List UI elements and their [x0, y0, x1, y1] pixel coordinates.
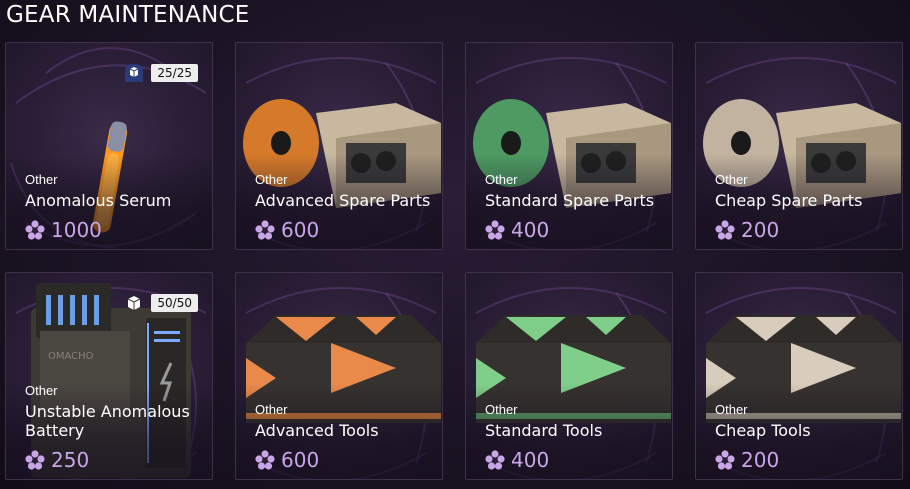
item-category: Other — [715, 402, 748, 417]
currency-icon — [715, 450, 735, 470]
stock-indicator: 25/25 — [123, 63, 198, 83]
item-category: Other — [255, 402, 288, 417]
section-title: GEAR MAINTENANCE — [6, 2, 250, 28]
item-price: 1000 — [25, 218, 102, 242]
currency-icon — [25, 220, 45, 240]
price-value: 200 — [741, 218, 780, 242]
item-category: Other — [25, 383, 58, 398]
item-category: Other — [485, 402, 518, 417]
item-name: Anomalous Serum — [25, 191, 172, 210]
price-value: 600 — [281, 448, 320, 472]
item-card-cheap-spare-parts[interactable]: Other Cheap Spare Parts 200 — [695, 42, 903, 250]
gear-maintenance-page: GEAR MAINTENANCE 25/25 Other Anomalous S… — [0, 0, 910, 489]
item-name: Advanced Spare Parts — [255, 191, 431, 210]
supply-box-icon — [125, 64, 144, 82]
price-value: 1000 — [51, 218, 102, 242]
item-category: Other — [715, 172, 748, 187]
price-value: 200 — [741, 448, 780, 472]
item-category: Other — [485, 172, 518, 187]
price-value: 250 — [51, 448, 90, 472]
currency-icon — [485, 450, 505, 470]
stock-count: 25/25 — [151, 64, 198, 82]
item-card-anomalous-serum[interactable]: 25/25 Other Anomalous Serum 1000 — [5, 42, 213, 250]
item-name: Cheap Spare Parts — [715, 191, 863, 210]
item-card-advanced-tools[interactable]: Other Advanced Tools 600 — [235, 272, 443, 480]
currency-icon — [25, 450, 45, 470]
stock-indicator: 50/50 — [123, 293, 198, 313]
stock-count: 50/50 — [151, 294, 198, 312]
item-price: 400 — [485, 218, 549, 242]
item-name: Unstable Anomalous Battery — [25, 402, 190, 440]
price-value: 400 — [511, 218, 550, 242]
supply-box-icon — [128, 296, 141, 310]
item-price: 600 — [255, 448, 319, 472]
item-price: 400 — [485, 448, 549, 472]
item-category: Other — [255, 172, 288, 187]
item-card-standard-tools[interactable]: Other Standard Tools 400 — [465, 272, 673, 480]
item-card-standard-spare-parts[interactable]: Other Standard Spare Parts 400 — [465, 42, 673, 250]
currency-icon — [485, 220, 505, 240]
item-card-unstable-anomalous-battery[interactable]: OMACHO 50/50 Other Unstable Anomalous Ba… — [5, 272, 213, 480]
item-name: Standard Tools — [485, 421, 603, 440]
item-price: 600 — [255, 218, 319, 242]
currency-icon — [715, 220, 735, 240]
item-name: Cheap Tools — [715, 421, 811, 440]
item-card-advanced-spare-parts[interactable]: Other Advanced Spare Parts 600 — [235, 42, 443, 250]
item-name: Advanced Tools — [255, 421, 379, 440]
item-price: 250 — [25, 448, 89, 472]
item-price: 200 — [715, 448, 779, 472]
price-value: 600 — [281, 218, 320, 242]
item-price: 200 — [715, 218, 779, 242]
item-category: Other — [25, 172, 58, 187]
item-name: Standard Spare Parts — [485, 191, 655, 210]
currency-icon — [255, 450, 275, 470]
price-value: 400 — [511, 448, 550, 472]
currency-icon — [255, 220, 275, 240]
item-card-cheap-tools[interactable]: Other Cheap Tools 200 — [695, 272, 903, 480]
svg-text:OMACHO: OMACHO — [48, 351, 94, 362]
